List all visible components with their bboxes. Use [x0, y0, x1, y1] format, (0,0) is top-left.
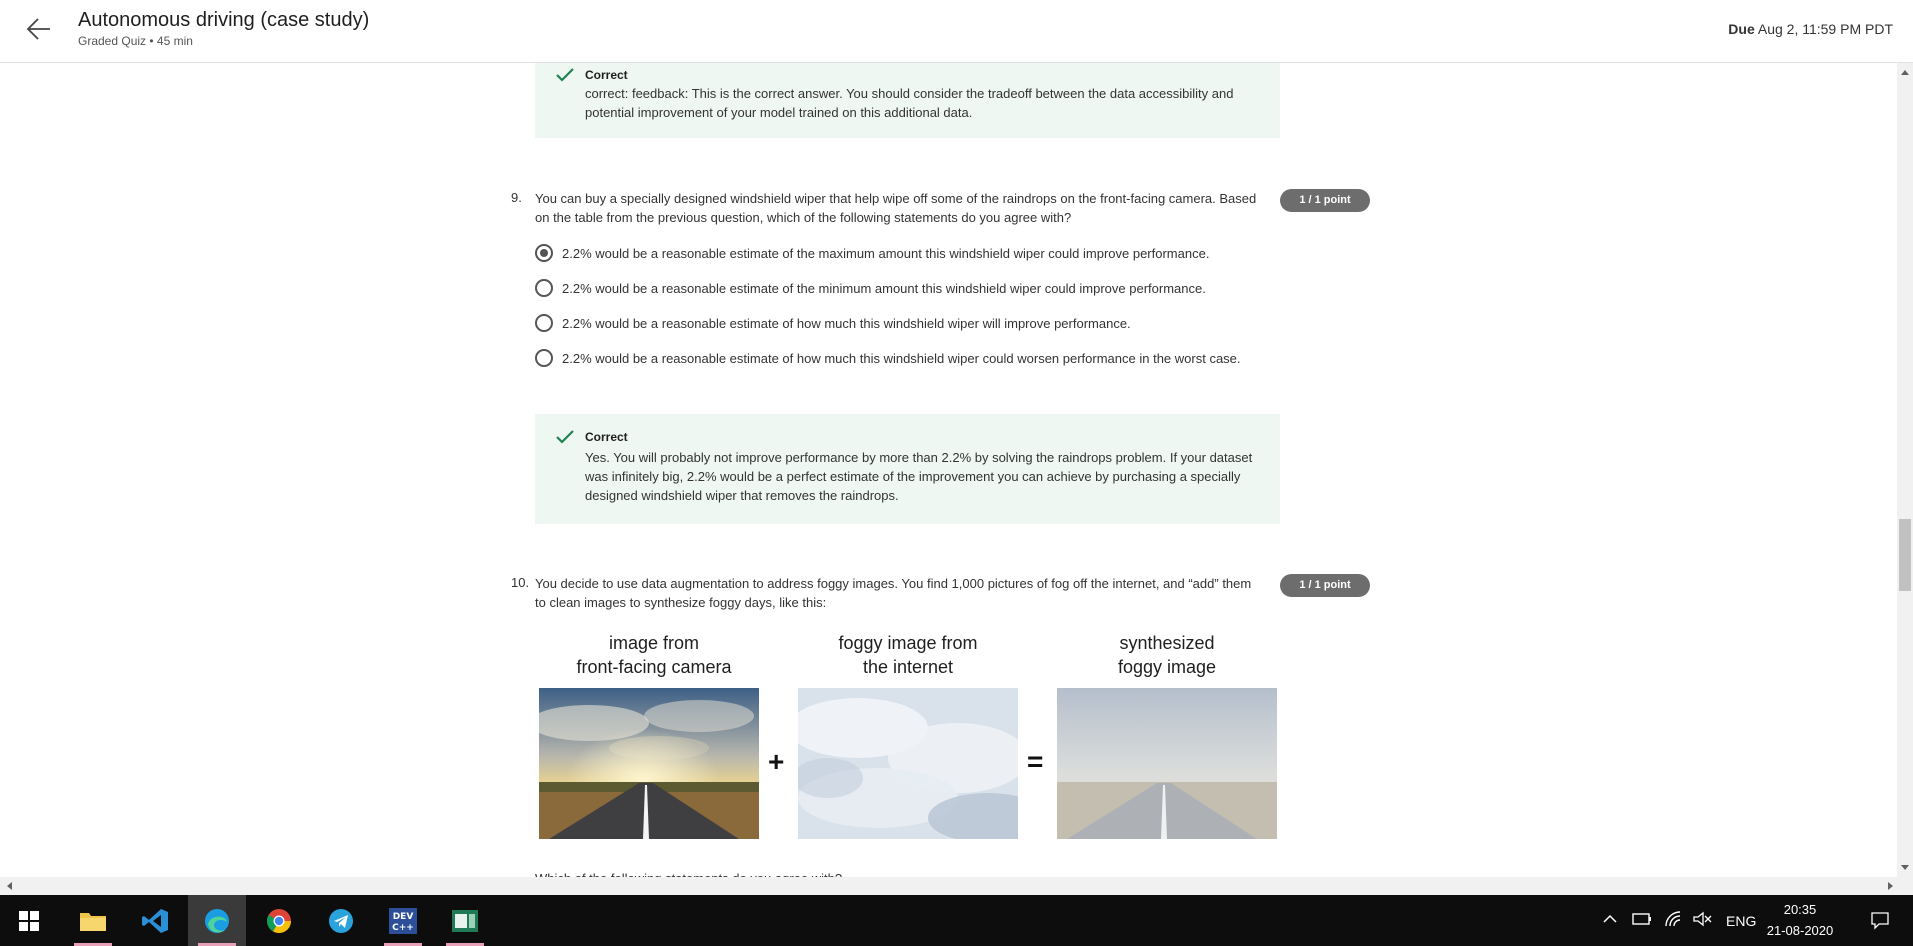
question-text: You can buy a specially designed windshi…	[535, 191, 1257, 225]
option-label: 2.2% would be a reasonable estimate of h…	[562, 316, 1131, 331]
language-indicator[interactable]: ENG	[1726, 895, 1756, 946]
equals-sign: =	[1027, 746, 1044, 777]
battery-icon[interactable]	[1632, 912, 1652, 926]
check-icon	[556, 430, 574, 444]
notification-icon[interactable]	[1870, 910, 1890, 930]
question-number: 10.	[511, 575, 530, 590]
vscode-icon	[142, 908, 168, 933]
quiz-title: Autonomous driving (case study)	[78, 9, 370, 31]
answer-option[interactable]: 2.2% would be a reasonable estimate of t…	[535, 244, 1275, 264]
dev-cpp-icon: DEV C++	[389, 907, 417, 934]
radio-button[interactable]	[535, 279, 553, 297]
due-value: Aug 2, 11:59 PM PDT	[1757, 21, 1893, 37]
clock[interactable]: 20:35 21-08-2020	[1755, 899, 1845, 941]
feedback-label: Correct	[585, 430, 628, 444]
points-badge: 1 / 1 point	[1280, 574, 1370, 597]
taskbar-file-explorer[interactable]	[64, 895, 122, 946]
scroll-right-arrow-icon[interactable]	[1888, 882, 1893, 890]
due-date: Due Aug 2, 11:59 PM PDT	[1728, 21, 1893, 37]
taskbar-vscode[interactable]	[126, 895, 184, 946]
svg-text:C++: C++	[392, 923, 414, 933]
chevron-up-icon[interactable]	[1603, 914, 1617, 924]
feedback-box-q8: Correct correct: feedback: This is the c…	[535, 63, 1280, 138]
plus-sign: +	[768, 746, 785, 777]
road-image	[539, 688, 759, 839]
horizontal-scrollbar[interactable]	[0, 877, 1913, 895]
taskbar-app[interactable]	[436, 895, 494, 946]
start-button[interactable]	[0, 895, 58, 946]
taskbar-chrome[interactable]	[250, 895, 308, 946]
taskbar-telegram[interactable]	[312, 895, 370, 946]
fog-image	[798, 688, 1018, 839]
points-badge: 1 / 1 point	[1280, 189, 1370, 212]
feedback-label: Correct	[585, 68, 628, 82]
answer-option[interactable]: 2.2% would be a reasonable estimate of t…	[535, 279, 1275, 299]
feedback-text: correct: feedback: This is the correct a…	[585, 86, 1234, 120]
question-text: You decide to use data augmentation to a…	[535, 576, 1252, 610]
date: 21-08-2020	[1766, 923, 1834, 938]
folder-icon	[80, 912, 106, 931]
quiz-content[interactable]: Correct correct: feedback: This is the c…	[0, 63, 1897, 877]
radio-button[interactable]	[535, 349, 553, 367]
radio-button-selected[interactable]	[535, 244, 553, 262]
vertical-scrollbar[interactable]	[1897, 63, 1913, 877]
option-label: 2.2% would be a reasonable estimate of t…	[562, 281, 1206, 296]
scroll-thumb[interactable]	[1899, 519, 1911, 591]
next-question-text: Which of the following statements do you…	[535, 869, 842, 877]
feedback-box-q9: Correct Yes. You will probably not impro…	[535, 414, 1280, 524]
app-window-icon	[452, 909, 478, 932]
telegram-icon	[329, 908, 353, 933]
time: 20:35	[1783, 902, 1817, 917]
chrome-icon	[266, 908, 291, 933]
question-number: 9.	[511, 190, 522, 205]
figure-caption-camera: image from front-facing camera	[576, 633, 732, 677]
quiz-subtitle: Graded Quiz • 45 min	[78, 34, 193, 48]
option-label: 2.2% would be a reasonable estimate of h…	[562, 351, 1241, 366]
quiz-header: Autonomous driving (case study) Graded Q…	[0, 0, 1913, 63]
figure-caption-fog: foggy image from the internet	[838, 633, 978, 677]
back-arrow-icon[interactable]	[26, 16, 52, 42]
taskbar-devcpp[interactable]: DEV C++	[374, 895, 432, 946]
taskbar-edge[interactable]	[188, 895, 246, 946]
scroll-down-arrow-icon[interactable]	[1901, 865, 1909, 870]
answer-option[interactable]: 2.2% would be a reasonable estimate of h…	[535, 349, 1275, 389]
speaker-muted-icon[interactable]	[1692, 911, 1712, 927]
windows-taskbar: DEV C++ ENG 20:35 21-08-2020	[0, 895, 1913, 946]
feedback-text: Yes. You will probably not improve perfo…	[585, 450, 1253, 503]
figure-caption-synthesized: synthesized foggy image	[1117, 633, 1217, 677]
wifi-icon[interactable]	[1664, 910, 1682, 928]
radio-button[interactable]	[535, 314, 553, 332]
windows-logo-icon	[19, 910, 39, 931]
answer-option[interactable]: 2.2% would be a reasonable estimate of h…	[535, 314, 1275, 334]
check-icon	[556, 68, 574, 82]
scroll-left-arrow-icon[interactable]	[7, 882, 12, 890]
scroll-up-arrow-icon[interactable]	[1901, 70, 1909, 75]
synthesized-fog-image	[1057, 688, 1277, 839]
edge-browser-icon	[205, 908, 229, 933]
option-label: 2.2% would be a reasonable estimate of t…	[562, 246, 1210, 261]
due-label: Due	[1728, 21, 1755, 37]
svg-text:DEV: DEV	[393, 912, 414, 922]
